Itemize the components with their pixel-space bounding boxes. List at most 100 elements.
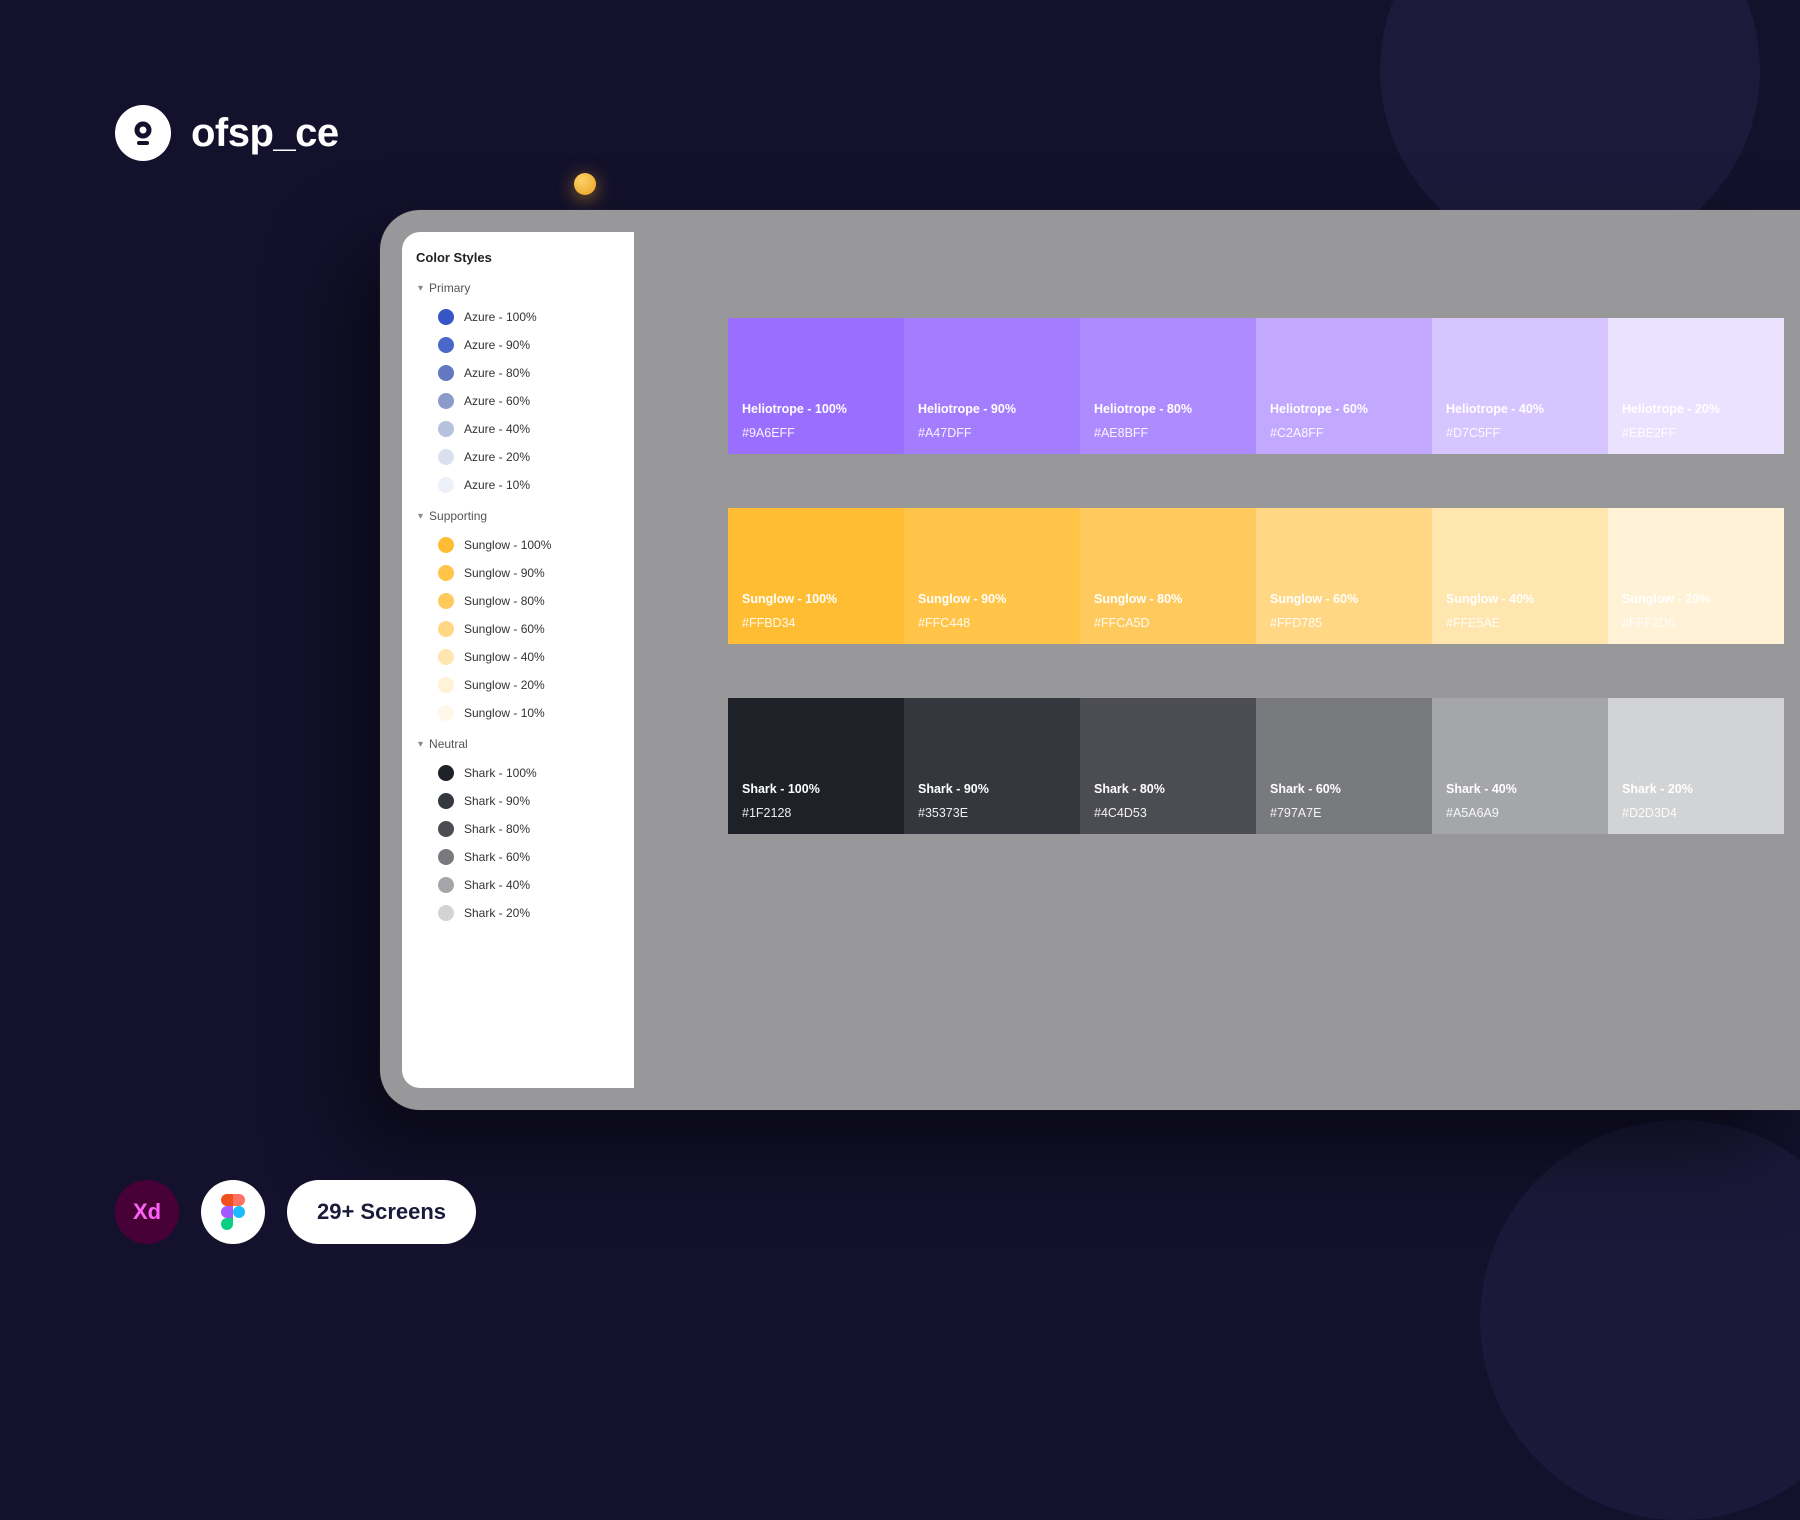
style-group-header[interactable]: ▾ Primary	[418, 281, 620, 295]
color-style-item[interactable]: Shark - 80%	[416, 815, 620, 843]
palette-swatch[interactable]: Shark - 60% #797A7E	[1256, 698, 1432, 834]
palette-canvas: Heliotrope - 100% #9A6EFF Heliotrope - 90%…	[650, 232, 1800, 1088]
background-circle	[1480, 1120, 1800, 1520]
chevron-down-icon: ▾	[418, 739, 423, 750]
swatch-hex: #EBE2FF	[1622, 426, 1770, 440]
color-style-item[interactable]: Azure - 90%	[416, 331, 620, 359]
palette-swatch[interactable]: Sunglow - 100%#FFBD34	[728, 508, 904, 644]
style-item-label: Azure - 40%	[464, 422, 530, 436]
style-item-label: Azure - 80%	[464, 366, 530, 380]
swatch-hex: #D2D3D4	[1622, 806, 1770, 820]
color-style-item[interactable]: Sunglow - 10%	[416, 699, 620, 727]
palette-swatch[interactable]: Heliotrope - 60%#C2A8FF	[1256, 318, 1432, 454]
style-item-label: Shark - 40%	[464, 878, 530, 892]
swatch-name: Heliotrope - 40%	[1446, 402, 1594, 416]
swatch-name: Heliotrope - 20%	[1622, 402, 1770, 416]
color-style-item[interactable]: Azure - 10%	[416, 471, 620, 499]
palette-swatch[interactable]: Heliotrope - 20% #EBE2FF	[1608, 318, 1784, 454]
color-style-item[interactable]: Sunglow - 100%	[416, 531, 620, 559]
style-item-label: Sunglow - 60%	[464, 622, 545, 636]
style-item-label: Azure - 10%	[464, 478, 530, 492]
palette-swatch[interactable]: Sunglow - 80%#FFCA5D	[1080, 508, 1256, 644]
swatch-hex: #9A6EFF	[742, 426, 890, 440]
swatch-icon	[438, 537, 454, 553]
swatch-hex: #1F2128	[742, 806, 890, 820]
palette-swatch[interactable]: Sunglow - 90%#FFC448	[904, 508, 1080, 644]
style-item-label: Shark - 60%	[464, 850, 530, 864]
color-style-item[interactable]: Azure - 80%	[416, 359, 620, 387]
swatch-hex: #797A7E	[1270, 806, 1418, 820]
color-style-item[interactable]: Sunglow - 90%	[416, 559, 620, 587]
color-style-item[interactable]: Azure - 40%	[416, 415, 620, 443]
swatch-name: Sunglow - 60%	[1270, 592, 1418, 606]
palette-row: Sunglow - 100%#FFBD34Sunglow - 90%#FFC44…	[728, 508, 1800, 644]
swatch-name: Shark - 40%	[1446, 782, 1594, 796]
palette-swatch[interactable]: Sunglow - 20% #FFF2D6	[1608, 508, 1784, 644]
color-style-item[interactable]: Shark - 90%	[416, 787, 620, 815]
palette-swatch[interactable]: Sunglow - 40%#FFE5AE	[1432, 508, 1608, 644]
style-item-label: Shark - 80%	[464, 822, 530, 836]
color-style-item[interactable]: Sunglow - 60%	[416, 615, 620, 643]
palette-swatch[interactable]: Shark - 40%#A5A6A9	[1432, 698, 1608, 834]
color-style-item[interactable]: Azure - 20%	[416, 443, 620, 471]
palette-swatch[interactable]: Shark - 20%#D2D3D4	[1608, 698, 1784, 834]
palette-swatch[interactable]: Shark - 80%#4C4D53	[1080, 698, 1256, 834]
swatch-name: Shark - 100%	[742, 782, 890, 796]
style-item-label: Sunglow - 80%	[464, 594, 545, 608]
color-style-item[interactable]: Shark - 60%	[416, 843, 620, 871]
swatch-name: Sunglow - 20%	[1622, 592, 1770, 606]
chevron-down-icon: ▾	[418, 511, 423, 522]
chevron-down-icon: ▾	[418, 283, 423, 294]
swatch-name: Shark - 60%	[1270, 782, 1418, 796]
palette-swatch[interactable]: Sunglow - 60% #FFD785	[1256, 508, 1432, 644]
color-style-item[interactable]: Shark - 100%	[416, 759, 620, 787]
color-style-item[interactable]: Sunglow - 40%	[416, 643, 620, 671]
group-name: Primary	[429, 281, 470, 295]
swatch-name: Sunglow - 80%	[1094, 592, 1242, 606]
app-window: Color Styles ▾PrimaryAzure - 100%Azure -…	[380, 210, 1800, 1110]
palette-swatch[interactable]: Heliotrope - 90%#A47DFF	[904, 318, 1080, 454]
swatch-icon	[438, 621, 454, 637]
color-style-item[interactable]: Azure - 60%	[416, 387, 620, 415]
swatch-icon	[438, 393, 454, 409]
style-group-header[interactable]: ▾Supporting	[418, 509, 620, 523]
swatch-icon	[438, 565, 454, 581]
style-item-label: Azure - 20%	[464, 450, 530, 464]
style-item-label: Azure - 90%	[464, 338, 530, 352]
style-item-label: Azure - 60%	[464, 394, 530, 408]
color-style-item[interactable]: Sunglow - 20%	[416, 671, 620, 699]
swatch-icon	[438, 337, 454, 353]
swatch-icon	[438, 705, 454, 721]
swatch-name: Heliotrope - 100%	[742, 402, 890, 416]
swatch-icon	[438, 677, 454, 693]
style-item-label: Shark - 100%	[464, 766, 537, 780]
swatch-icon	[438, 793, 454, 809]
palette-swatch[interactable]: Shark - 100% #1F2128	[728, 698, 904, 834]
style-item-label: Azure - 100%	[464, 310, 537, 324]
swatch-hex: #AE8BFF	[1094, 426, 1242, 440]
swatch-icon	[438, 449, 454, 465]
swatch-icon	[438, 821, 454, 837]
palette-row: Shark - 100%#1F2128Shark - 90%#35373ESha…	[728, 698, 1800, 834]
swatch-hex: #FFC448	[918, 616, 1066, 630]
footer-badges: Xd 29+ Screens	[115, 1180, 476, 1244]
swatch-hex: #FFF2D6	[1622, 616, 1770, 630]
swatch-name: Heliotrope - 90%	[918, 402, 1066, 416]
color-style-item[interactable]: Shark - 40%	[416, 871, 620, 899]
style-item-label: Sunglow - 10%	[464, 706, 545, 720]
swatch-hex: #FFD785	[1270, 616, 1418, 630]
style-item-label: Sunglow - 20%	[464, 678, 545, 692]
group-name: Neutral	[429, 737, 468, 751]
color-style-item[interactable]: Sunglow - 80%	[416, 587, 620, 615]
palette-swatch[interactable]: Heliotrope - 40%#D7C5FF	[1432, 318, 1608, 454]
swatch-name: Heliotrope - 80%	[1094, 402, 1242, 416]
color-style-item[interactable]: Azure - 100%	[416, 303, 620, 331]
color-style-item[interactable]: Shark - 20%	[416, 899, 620, 927]
palette-swatch[interactable]: Shark - 90%#35373E	[904, 698, 1080, 834]
adobe-xd-icon: Xd	[115, 1180, 179, 1244]
palette-swatch[interactable]: Heliotrope - 100% #9A6EFF	[728, 318, 904, 454]
palette-swatch[interactable]: Heliotrope - 80% #AE8BFF	[1080, 318, 1256, 454]
swatch-name: Heliotrope - 60%	[1270, 402, 1418, 416]
swatch-icon	[438, 849, 454, 865]
style-group-header[interactable]: ▾ Neutral	[418, 737, 620, 751]
